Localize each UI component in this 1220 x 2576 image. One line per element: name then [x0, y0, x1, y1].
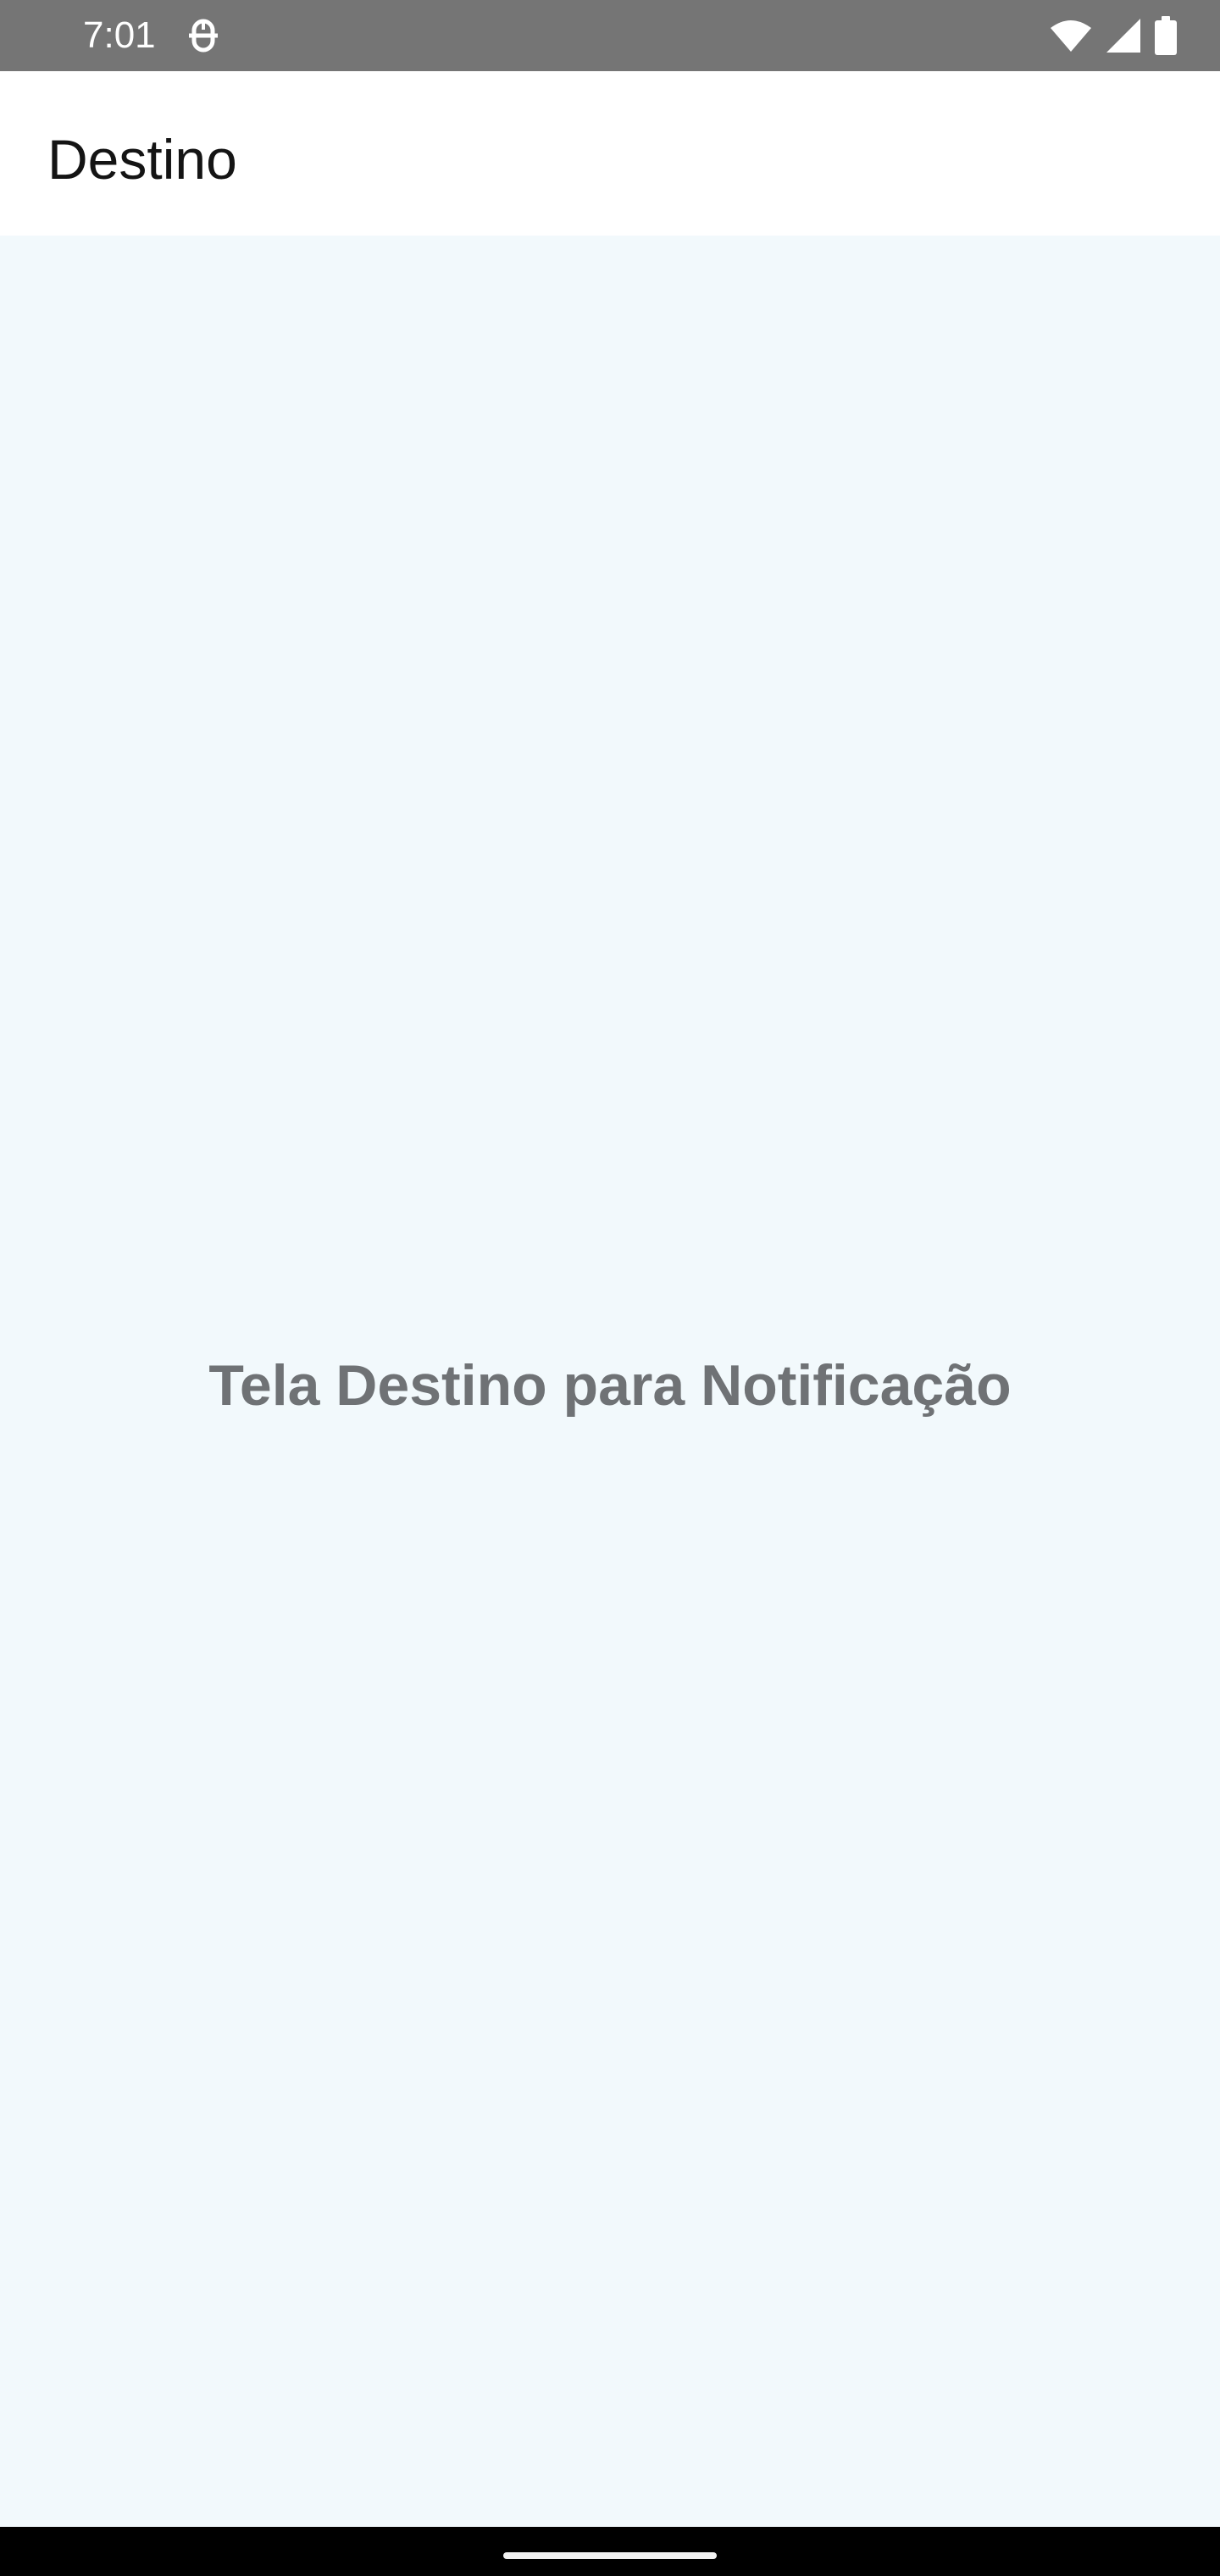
status-bar: 7:01: [0, 0, 1220, 71]
status-time: 7:01: [83, 14, 156, 56]
wifi-icon: [1049, 18, 1093, 53]
navigation-bar: [0, 2527, 1220, 2576]
status-icons: [1049, 15, 1178, 56]
center-message: Tela Destino para Notificação: [208, 1353, 1012, 1418]
signal-icon: [1105, 17, 1142, 54]
app-bar: Destino: [0, 71, 1220, 236]
notification-icon: [186, 17, 220, 54]
main-content: Tela Destino para Notificação: [0, 236, 1220, 2527]
battery-icon: [1154, 16, 1178, 55]
home-handle[interactable]: [503, 2552, 717, 2559]
page-title: Destino: [47, 128, 237, 191]
app-screen: 7:01 Destino Tela Destino para Notificaç…: [0, 0, 1220, 2576]
